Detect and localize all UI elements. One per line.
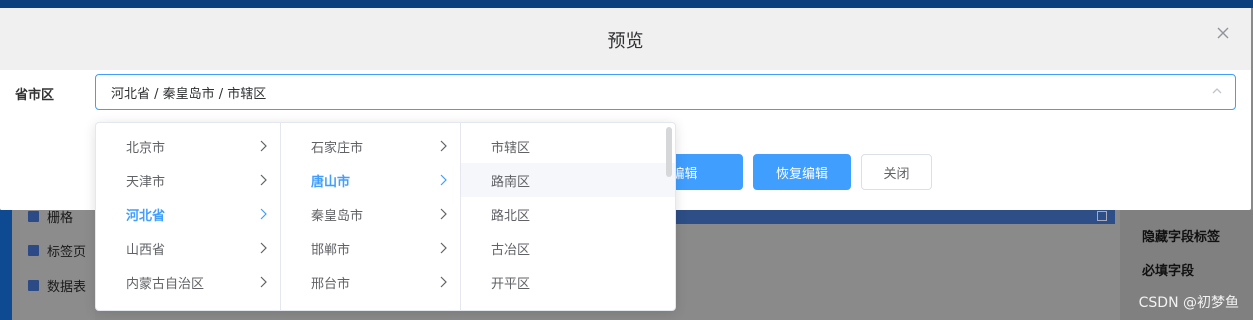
district-item[interactable]: 市辖区 — [461, 129, 675, 163]
close-button[interactable]: 关闭 — [861, 154, 932, 190]
property-required: 必填字段 — [1142, 264, 1195, 279]
region-cascader[interactable]: 河北省 / 秦皇岛市 / 市辖区 — [95, 74, 1236, 110]
cascader-dropdown: 北京市 天津市 河北省 山西省 内蒙古自治区 石家庄市 唐山市 秦皇岛市 邯郸市… — [95, 122, 676, 311]
grid-icon — [28, 210, 39, 222]
district-item[interactable]: 路北区 — [461, 197, 675, 231]
province-item[interactable]: 北京市 — [96, 129, 280, 163]
restore-edit-button[interactable]: 恢复编辑 — [753, 154, 851, 190]
city-item[interactable]: 石家庄市 — [281, 129, 460, 163]
table-icon — [28, 279, 39, 291]
city-item[interactable]: 邢台市 — [281, 265, 460, 299]
chevron-right-icon — [440, 208, 447, 220]
property-hide-label: 隐藏字段标签 — [1142, 230, 1221, 245]
chevron-right-icon — [440, 174, 447, 186]
chevron-right-icon — [260, 174, 267, 186]
district-item[interactable]: 古冶区 — [461, 231, 675, 265]
district-scrollbar[interactable] — [666, 127, 672, 177]
app-sidebar — [0, 210, 12, 320]
chevron-right-icon — [440, 242, 447, 254]
district-menu: 市辖区 路南区 路北区 古冶区 开平区 — [461, 123, 675, 310]
cascader-value: 河北省 / 秦皇岛市 / 市辖区 — [111, 86, 267, 102]
watermark: CSDN @初梦鱼 — [1138, 295, 1239, 311]
region-label: 省市区 — [15, 88, 55, 103]
chevron-right-icon — [440, 140, 447, 152]
app-top-bar — [0, 0, 1253, 8]
city-item[interactable]: 秦皇岛市 — [281, 197, 460, 231]
chevron-right-icon — [260, 242, 267, 254]
city-item[interactable]: 邯郸市 — [281, 231, 460, 265]
province-item[interactable]: 天津市 — [96, 163, 280, 197]
city-item-active[interactable]: 唐山市 — [281, 163, 460, 197]
province-item-active[interactable]: 河北省 — [96, 197, 280, 231]
chevron-up-icon — [1212, 88, 1222, 94]
close-icon[interactable] — [1217, 26, 1229, 42]
city-menu: 石家庄市 唐山市 秦皇岛市 邯郸市 邢台市 — [281, 123, 461, 310]
province-item[interactable]: 内蒙古自治区 — [96, 265, 280, 299]
chevron-right-icon — [440, 276, 447, 288]
chevron-right-icon — [260, 140, 267, 152]
copy-icon — [1097, 211, 1107, 221]
dialog-header: 预览 — [0, 8, 1251, 70]
component-item-datatable: 数据表 — [28, 271, 98, 299]
canvas-toolbar — [675, 210, 1115, 224]
province-item[interactable]: 山西省 — [96, 231, 280, 265]
district-item-hover[interactable]: 路南区 — [461, 163, 675, 197]
chevron-right-icon — [260, 276, 267, 288]
province-menu: 北京市 天津市 河北省 山西省 内蒙古自治区 — [96, 123, 281, 310]
chevron-right-icon — [260, 208, 267, 220]
component-item-tabs: 标签页 — [28, 236, 98, 264]
tabs-icon — [28, 244, 39, 256]
district-item[interactable]: 开平区 — [461, 265, 675, 299]
dialog-title: 预览 — [607, 31, 644, 52]
